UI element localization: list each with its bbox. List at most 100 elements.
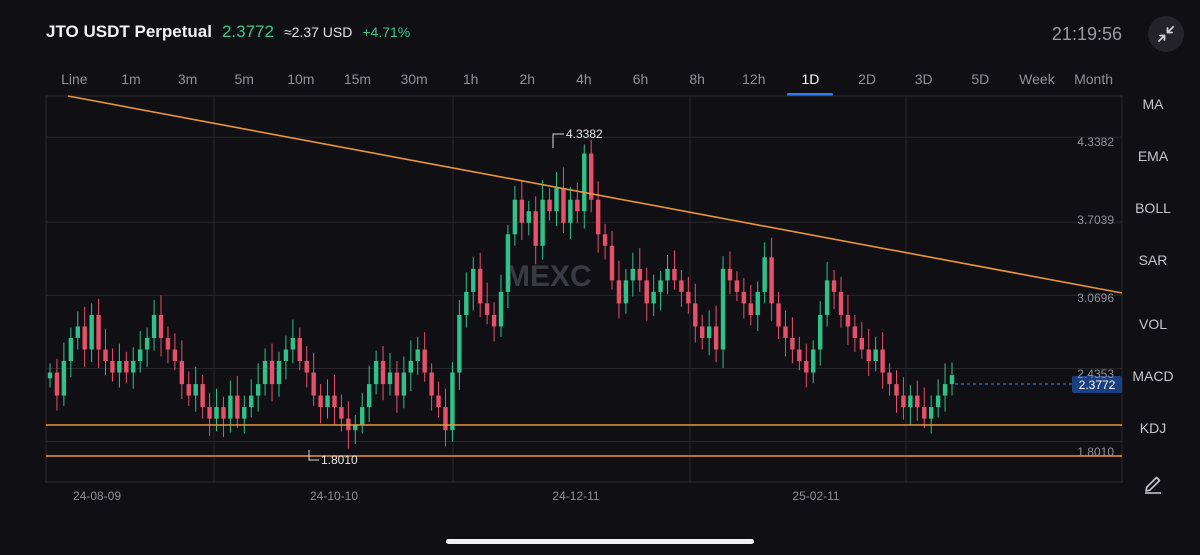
candle-body <box>179 361 185 385</box>
candle-body <box>165 337 171 350</box>
candle-body <box>811 349 816 373</box>
y-tick-label: 2.4353 <box>1077 367 1114 381</box>
candle-body <box>762 257 767 292</box>
candle-body <box>47 372 53 379</box>
candle-body <box>429 372 434 396</box>
candle-body <box>450 372 455 431</box>
candle-body <box>637 268 642 281</box>
candle-body <box>61 361 67 396</box>
candle-body <box>894 384 899 396</box>
indicator-macd[interactable]: MACD <box>1128 368 1178 384</box>
candle-body <box>138 349 143 362</box>
watermark-text: MEXC <box>505 260 592 293</box>
candle-body <box>741 291 747 304</box>
candlestick-chart[interactable]: MEXC2.37724.33823.70393.06962.43531.8010… <box>0 0 1200 555</box>
candle-body <box>332 395 337 408</box>
candle-body <box>519 199 525 223</box>
candle-body <box>852 326 858 338</box>
candle-body <box>436 395 441 408</box>
x-tick-label: 24-12-11 <box>552 489 599 503</box>
candle-body <box>124 361 129 373</box>
indicator-sar[interactable]: SAR <box>1128 252 1178 268</box>
candle-body <box>582 153 587 212</box>
indicator-vol[interactable]: VOL <box>1128 316 1178 332</box>
candle-body <box>82 326 87 350</box>
candle-body <box>616 280 622 304</box>
candle-body <box>901 395 906 408</box>
candle-body <box>151 314 157 338</box>
candle-body <box>554 188 559 212</box>
candle-body <box>477 268 483 304</box>
candle-body <box>491 314 497 327</box>
y-tick-label: 1.8010 <box>1077 445 1114 459</box>
candle-body <box>401 372 407 396</box>
candle-body <box>269 361 275 385</box>
candle-body <box>186 384 191 396</box>
candle-body <box>880 349 885 373</box>
candle-body <box>928 407 934 419</box>
indicator-ma[interactable]: MA <box>1128 96 1178 112</box>
candle-body <box>713 326 719 350</box>
candle-body <box>498 291 504 327</box>
candle-body <box>935 395 941 408</box>
candle-body <box>658 280 663 292</box>
candle-body <box>207 407 212 419</box>
candle-body <box>602 234 608 246</box>
candle-body <box>630 268 636 281</box>
candle-body <box>75 326 80 338</box>
candle-body <box>464 291 469 315</box>
candle-body <box>651 291 656 304</box>
pencil-icon <box>1145 476 1161 494</box>
candle-body <box>915 395 920 408</box>
candle-body <box>304 361 309 373</box>
home-indicator <box>446 539 754 544</box>
candle-body <box>859 337 864 350</box>
draw-tool-button[interactable] <box>1141 472 1165 496</box>
candle-body <box>394 372 400 396</box>
candle-body <box>297 337 302 362</box>
candle-body <box>311 372 316 396</box>
candle-body <box>255 384 261 396</box>
candle-body <box>824 280 830 315</box>
candle-body <box>422 349 427 373</box>
candle-body <box>318 395 323 408</box>
low-marker <box>308 450 319 461</box>
candle-body <box>949 375 955 385</box>
candle-body <box>790 337 795 350</box>
candle-body <box>540 199 545 246</box>
candle-body <box>942 384 948 396</box>
y-tick-label: 3.0696 <box>1077 291 1114 305</box>
candle-body <box>221 407 226 419</box>
candle-body <box>172 349 178 362</box>
candle-body <box>235 395 240 419</box>
candle-body <box>748 303 753 315</box>
candle-body <box>887 372 892 385</box>
candle-body <box>193 384 198 396</box>
candle-body <box>360 407 365 425</box>
candle-body <box>686 291 691 304</box>
candle-body <box>89 314 94 350</box>
indicator-ema[interactable]: EMA <box>1128 148 1178 164</box>
candle-body <box>595 199 601 235</box>
candle-body <box>276 361 282 385</box>
candle-body <box>720 268 726 350</box>
candle-body <box>769 257 774 304</box>
candle-body <box>838 291 844 315</box>
candle-body <box>693 303 698 327</box>
candle-body <box>644 280 649 304</box>
candle-body <box>866 349 871 362</box>
candle-body <box>144 337 150 350</box>
candle-body <box>776 303 781 327</box>
candle-body <box>679 280 684 292</box>
candle-body <box>443 407 448 431</box>
candle-body <box>110 361 115 373</box>
candle-body <box>131 361 136 373</box>
candle-body <box>804 361 809 373</box>
candle-body <box>408 361 413 373</box>
candle-body <box>845 314 851 327</box>
y-tick-label: 4.3382 <box>1077 135 1114 149</box>
indicator-boll[interactable]: BOLL <box>1128 200 1178 216</box>
indicator-kdj[interactable]: KDJ <box>1128 420 1178 436</box>
candle-body <box>873 349 878 362</box>
candle-body <box>755 291 760 315</box>
